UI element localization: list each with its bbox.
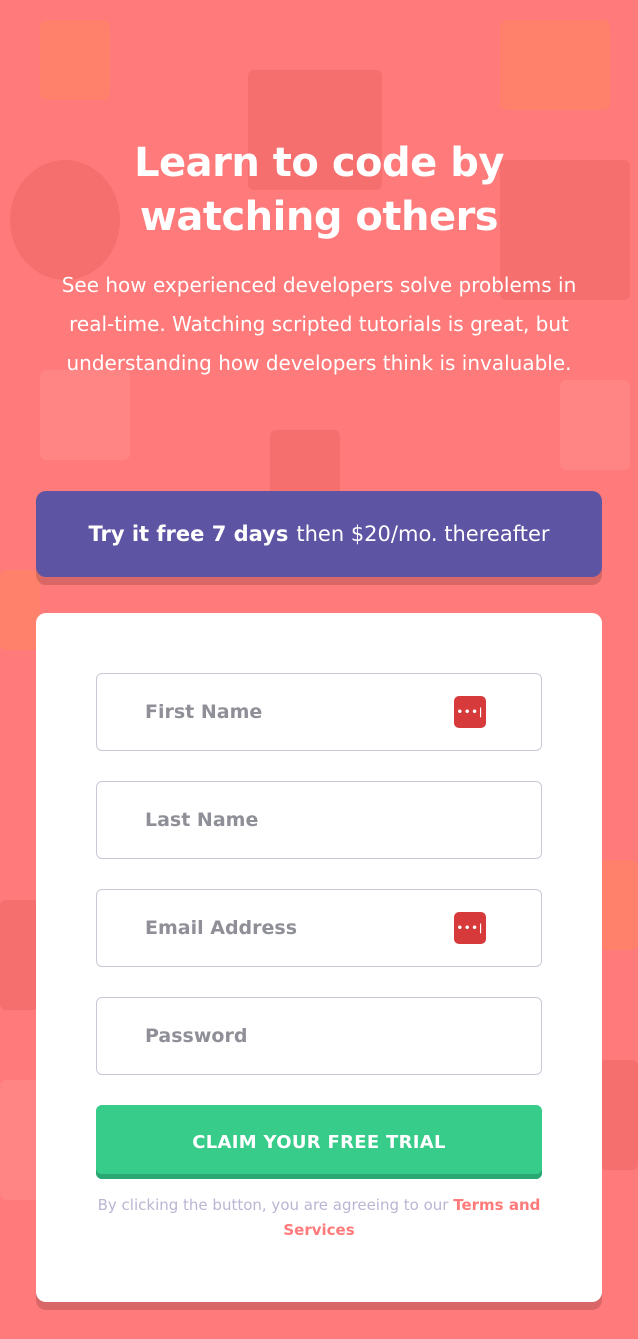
terms-notice: By clicking the button, you are agreeing… [96, 1193, 542, 1243]
last-name-placeholder: Last Name [145, 809, 259, 831]
page-title: Learn to code by watching others [134, 140, 504, 240]
offer-rest-text: then $20/mo. thereafter [296, 522, 550, 546]
signup-form: First Name •••| Last Name Email Address … [36, 613, 602, 1302]
email-field[interactable]: Email Address •••| [96, 889, 542, 967]
trial-offer-banner: Try it free 7 days then $20/mo. thereaft… [36, 491, 602, 577]
page-description: See how experienced developers solve pro… [61, 273, 577, 375]
first-name-placeholder: First Name [145, 701, 263, 723]
password-manager-icon[interactable]: •••| [454, 912, 486, 944]
password-field[interactable]: Password [96, 997, 542, 1075]
password-manager-icon[interactable]: •••| [454, 696, 486, 728]
claim-trial-button[interactable]: CLAIM YOUR FREE TRIAL [96, 1105, 542, 1179]
hero: Learn to code by watching others See how… [0, 136, 638, 383]
password-placeholder: Password [145, 1025, 248, 1047]
last-name-field[interactable]: Last Name [96, 781, 542, 859]
offer-bold-text: Try it free 7 days [88, 522, 289, 546]
terms-text: By clicking the button, you are agreeing… [97, 1196, 449, 1214]
first-name-field[interactable]: First Name •••| [96, 673, 542, 751]
email-placeholder: Email Address [145, 917, 298, 939]
